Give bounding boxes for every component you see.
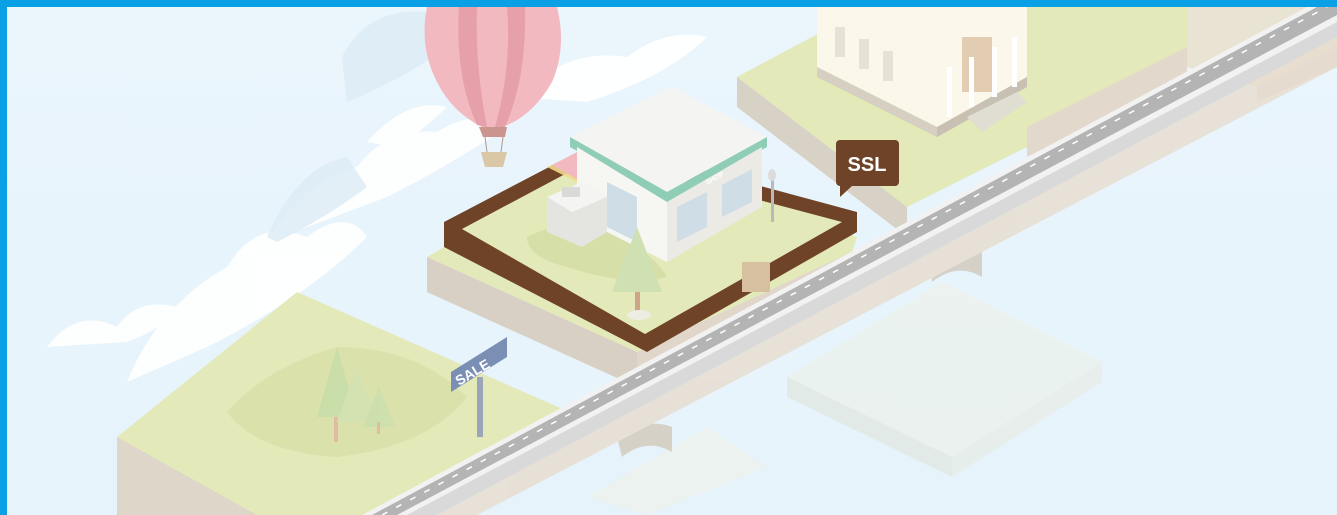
isometric-city-scene: SALE SHOP SSL xyxy=(7,7,1337,515)
scene-illustration: SALE SHOP SSL xyxy=(7,7,1337,515)
frame-border: SALE SHOP SSL xyxy=(0,0,1337,515)
ssl-badge-label: SSL xyxy=(848,154,887,176)
